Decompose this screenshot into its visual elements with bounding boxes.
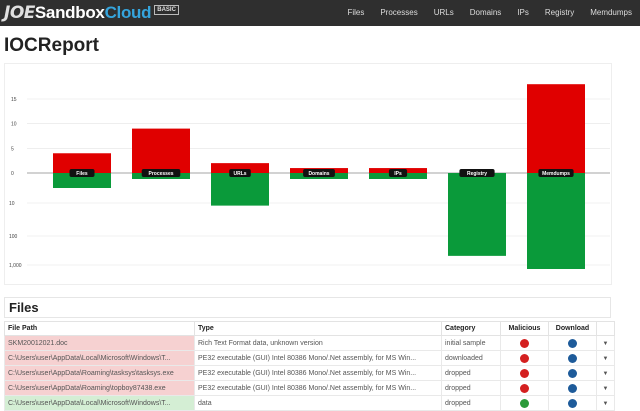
- bar-clean-registry[interactable]: [448, 173, 506, 256]
- col-type[interactable]: Type: [194, 321, 442, 336]
- chevron-down-icon[interactable]: ▼: [603, 341, 609, 347]
- ioc-bar-chart: 15 10 5 0 10 100 1,000 Files Processes URLs Domain…: [9, 84, 610, 269]
- malicious-cell: [500, 395, 549, 411]
- biohazard-icon: [520, 398, 529, 408]
- y-tick-label: 100: [9, 234, 18, 240]
- chevron-down-icon[interactable]: ▼: [603, 386, 609, 392]
- expand-cell: ▼: [596, 335, 615, 351]
- download-cell: [548, 380, 597, 396]
- chevron-down-icon[interactable]: ▼: [603, 371, 609, 377]
- col-file-path[interactable]: File Path: [4, 321, 195, 336]
- category-label-urls: URLs: [233, 171, 246, 177]
- files-table-header: File Path Type Category Malicious Downlo…: [4, 321, 615, 336]
- logo-cloud-text: Cloud: [104, 3, 152, 22]
- col-download[interactable]: Download: [548, 321, 597, 336]
- table-row[interactable]: C:\Users\user\AppData\Roaming\tasksys\ta…: [4, 365, 615, 381]
- file-path-cell[interactable]: C:\Users\user\AppData\Local\Microsoft\Wi…: [4, 395, 195, 411]
- file-category-cell: dropped: [441, 395, 501, 411]
- file-type-cell: PE32 executable (GUI) Intel 80386 Mono/.…: [194, 380, 442, 396]
- expand-cell: ▼: [596, 380, 615, 396]
- file-type-cell: data: [194, 395, 442, 411]
- files-table: File Path Type Category Malicious Downlo…: [4, 321, 615, 411]
- download-icon[interactable]: [568, 368, 577, 378]
- nav-memdumps[interactable]: Memdumps: [582, 0, 640, 26]
- category-label-registry: Registry: [467, 171, 487, 177]
- y-tick-label: 10: [11, 122, 17, 128]
- bar-malicious-memdumps[interactable]: [527, 84, 585, 173]
- malicious-cell: [500, 350, 549, 366]
- download-icon[interactable]: [568, 383, 577, 393]
- file-path-cell[interactable]: C:\Users\user\AppData\Roaming\tasksys\ta…: [4, 365, 195, 381]
- category-label-processes: Processes: [148, 171, 173, 177]
- y-tick-label: 5: [11, 146, 14, 152]
- biohazard-icon: [520, 368, 529, 378]
- nav-ips[interactable]: IPs: [509, 0, 537, 26]
- category-label-memdumps: Memdumps: [542, 171, 570, 177]
- files-table-body: SKM20012021.doc Rich Text Format data, un…: [4, 335, 615, 411]
- file-category-cell: dropped: [441, 380, 501, 396]
- file-category-cell: downloaded: [441, 350, 501, 366]
- expand-cell: ▼: [596, 395, 615, 411]
- nav-files[interactable]: Files: [339, 0, 372, 26]
- y-tick-label: 15: [11, 97, 17, 103]
- col-expand: [596, 321, 615, 336]
- logo-joe-text: JOE: [4, 3, 35, 23]
- expand-cell: ▼: [596, 365, 615, 381]
- nav-domains[interactable]: Domains: [462, 0, 510, 26]
- nav-processes[interactable]: Processes: [372, 0, 425, 26]
- nav-registry[interactable]: Registry: [537, 0, 582, 26]
- download-icon[interactable]: [568, 353, 577, 363]
- download-cell: [548, 365, 597, 381]
- ioc-chart-panel: 15 10 5 0 10 100 1,000 Files Processes URLs Domain…: [4, 63, 612, 285]
- table-row[interactable]: SKM20012021.doc Rich Text Format data, un…: [4, 335, 615, 351]
- col-category[interactable]: Category: [441, 321, 501, 336]
- malicious-cell: [500, 365, 549, 381]
- files-section-heading: Files: [4, 297, 611, 318]
- y-tick-label: 0: [11, 171, 14, 177]
- expand-cell: ▼: [596, 350, 615, 366]
- download-icon[interactable]: [568, 398, 577, 408]
- y-tick-label: 10: [9, 201, 15, 207]
- malicious-cell: [500, 335, 549, 351]
- biohazard-icon: [520, 383, 529, 393]
- table-row[interactable]: C:\Users\user\AppData\Local\Microsoft\Wi…: [4, 395, 615, 411]
- table-row[interactable]: C:\Users\user\AppData\Local\Microsoft\Wi…: [4, 350, 615, 366]
- download-cell: [548, 350, 597, 366]
- table-row[interactable]: C:\Users\user\AppData\Roaming\topboy8743…: [4, 380, 615, 396]
- bar-clean-urls[interactable]: [211, 173, 269, 206]
- category-label-domains: Domains: [308, 171, 329, 177]
- nav-links: Files Processes URLs Domains IPs Registr…: [339, 0, 640, 26]
- chevron-down-icon[interactable]: ▼: [603, 356, 609, 362]
- bar-malicious-processes[interactable]: [132, 128, 190, 173]
- file-type-cell: PE32 executable (GUI) Intel 80386 Mono/.…: [194, 365, 442, 381]
- edition-badge: BASIC: [154, 5, 179, 15]
- download-cell: [548, 395, 597, 411]
- download-cell: [548, 335, 597, 351]
- logo-sandbox-text: Sandbox: [34, 3, 105, 22]
- file-type-cell: PE32 executable (GUI) Intel 80386 Mono/.…: [194, 350, 442, 366]
- file-path-cell[interactable]: SKM20012021.doc: [4, 335, 195, 351]
- nav-urls[interactable]: URLs: [426, 0, 462, 26]
- file-category-cell: initial sample: [441, 335, 501, 351]
- y-tick-label: 1,000: [9, 263, 22, 269]
- biohazard-icon: [520, 353, 529, 363]
- col-malicious[interactable]: Malicious: [500, 321, 549, 336]
- malicious-cell: [500, 380, 549, 396]
- file-type-cell: Rich Text Format data, unknown version: [194, 335, 442, 351]
- top-navbar: JOE Sandbox Cloud BASIC Files Processes …: [0, 0, 640, 26]
- file-path-cell[interactable]: C:\Users\user\AppData\Roaming\topboy8743…: [4, 380, 195, 396]
- bar-clean-memdumps[interactable]: [527, 173, 585, 269]
- file-path-cell[interactable]: C:\Users\user\AppData\Local\Microsoft\Wi…: [4, 350, 195, 366]
- joe-sandbox-logo[interactable]: JOE Sandbox Cloud BASIC: [4, 2, 179, 24]
- chevron-down-icon[interactable]: ▼: [603, 401, 609, 407]
- file-category-cell: dropped: [441, 365, 501, 381]
- biohazard-icon: [520, 338, 529, 348]
- page-title: IOCReport: [4, 35, 99, 56]
- download-icon[interactable]: [568, 338, 577, 348]
- category-label-files: Files: [76, 171, 88, 177]
- category-label-ips: IPs: [394, 171, 402, 177]
